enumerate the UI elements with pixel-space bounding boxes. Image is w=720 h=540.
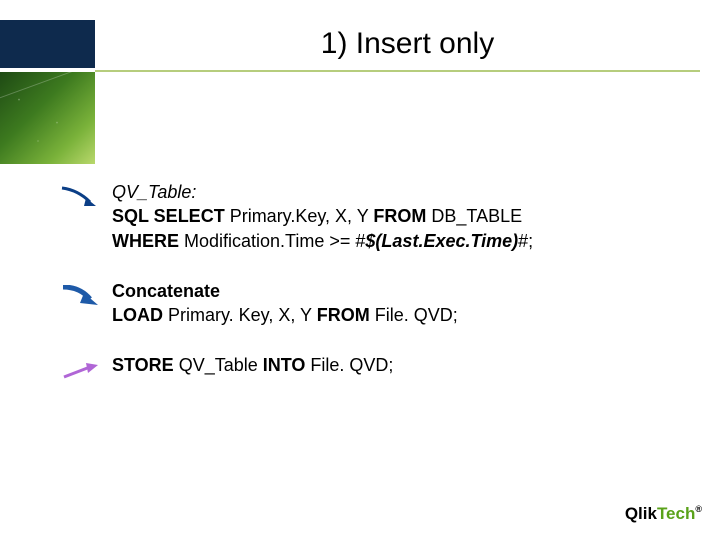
kw-sql-select: SQL SELECT	[112, 206, 225, 226]
kw-from-1: FROM	[373, 206, 426, 226]
where-tail: #;	[518, 231, 533, 251]
logo-part-1: Qlik	[625, 504, 657, 523]
store-table: QV_Table	[174, 355, 263, 375]
table-label: QV_Table:	[112, 182, 196, 202]
kw-load: LOAD	[112, 305, 163, 325]
arrow-icon	[60, 285, 100, 309]
leaf-decoration	[0, 72, 95, 164]
kw-into: INTO	[263, 355, 306, 375]
slide-title: 1) Insert only	[95, 20, 720, 68]
from-file: File. QVD;	[370, 305, 458, 325]
select-columns: Primary.Key, X, Y	[225, 206, 374, 226]
arrow-icon	[60, 186, 100, 210]
where-expr: $(Last.Exec.Time)	[365, 231, 518, 251]
content-area: QV_Table: SQL SELECT Primary.Key, X, Y F…	[112, 180, 690, 404]
title-underline	[95, 70, 700, 72]
logo-part-2: Tech	[657, 504, 695, 523]
code-block-2: Concatenate LOAD Primary. Key, X, Y FROM…	[112, 279, 690, 328]
where-field: Modification.Time >= #	[179, 231, 365, 251]
title-left-block	[0, 20, 95, 68]
into-file: File. QVD;	[305, 355, 393, 375]
load-columns: Primary. Key, X, Y	[163, 305, 317, 325]
title-bar: 1) Insert only	[0, 20, 720, 68]
code-block-1: QV_Table: SQL SELECT Primary.Key, X, Y F…	[112, 180, 690, 253]
db-table-name: DB_TABLE	[426, 206, 522, 226]
kw-from-2: FROM	[317, 305, 370, 325]
arrow-icon	[60, 359, 100, 383]
kw-where: WHERE	[112, 231, 179, 251]
kw-concatenate: Concatenate	[112, 281, 220, 301]
code-block-3: STORE QV_Table INTO File. QVD;	[112, 353, 690, 377]
logo-registered: ®	[695, 504, 702, 514]
kw-store: STORE	[112, 355, 174, 375]
qliktech-logo: QlikTech®	[625, 504, 702, 524]
